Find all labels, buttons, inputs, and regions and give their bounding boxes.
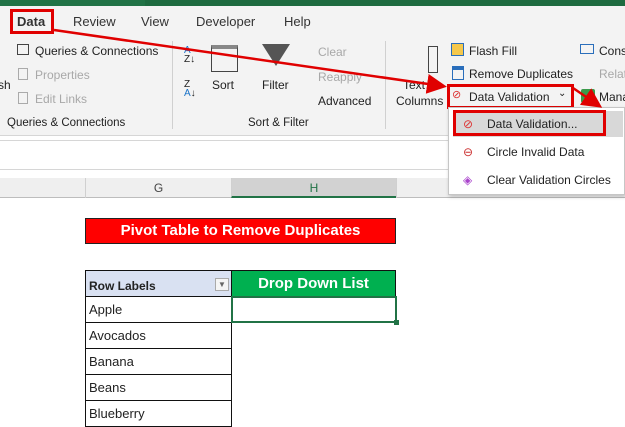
arrow-to-data-validation [53,28,447,94]
annotation-arrows [53,28,603,108]
arrow-to-menu-item [572,86,603,108]
